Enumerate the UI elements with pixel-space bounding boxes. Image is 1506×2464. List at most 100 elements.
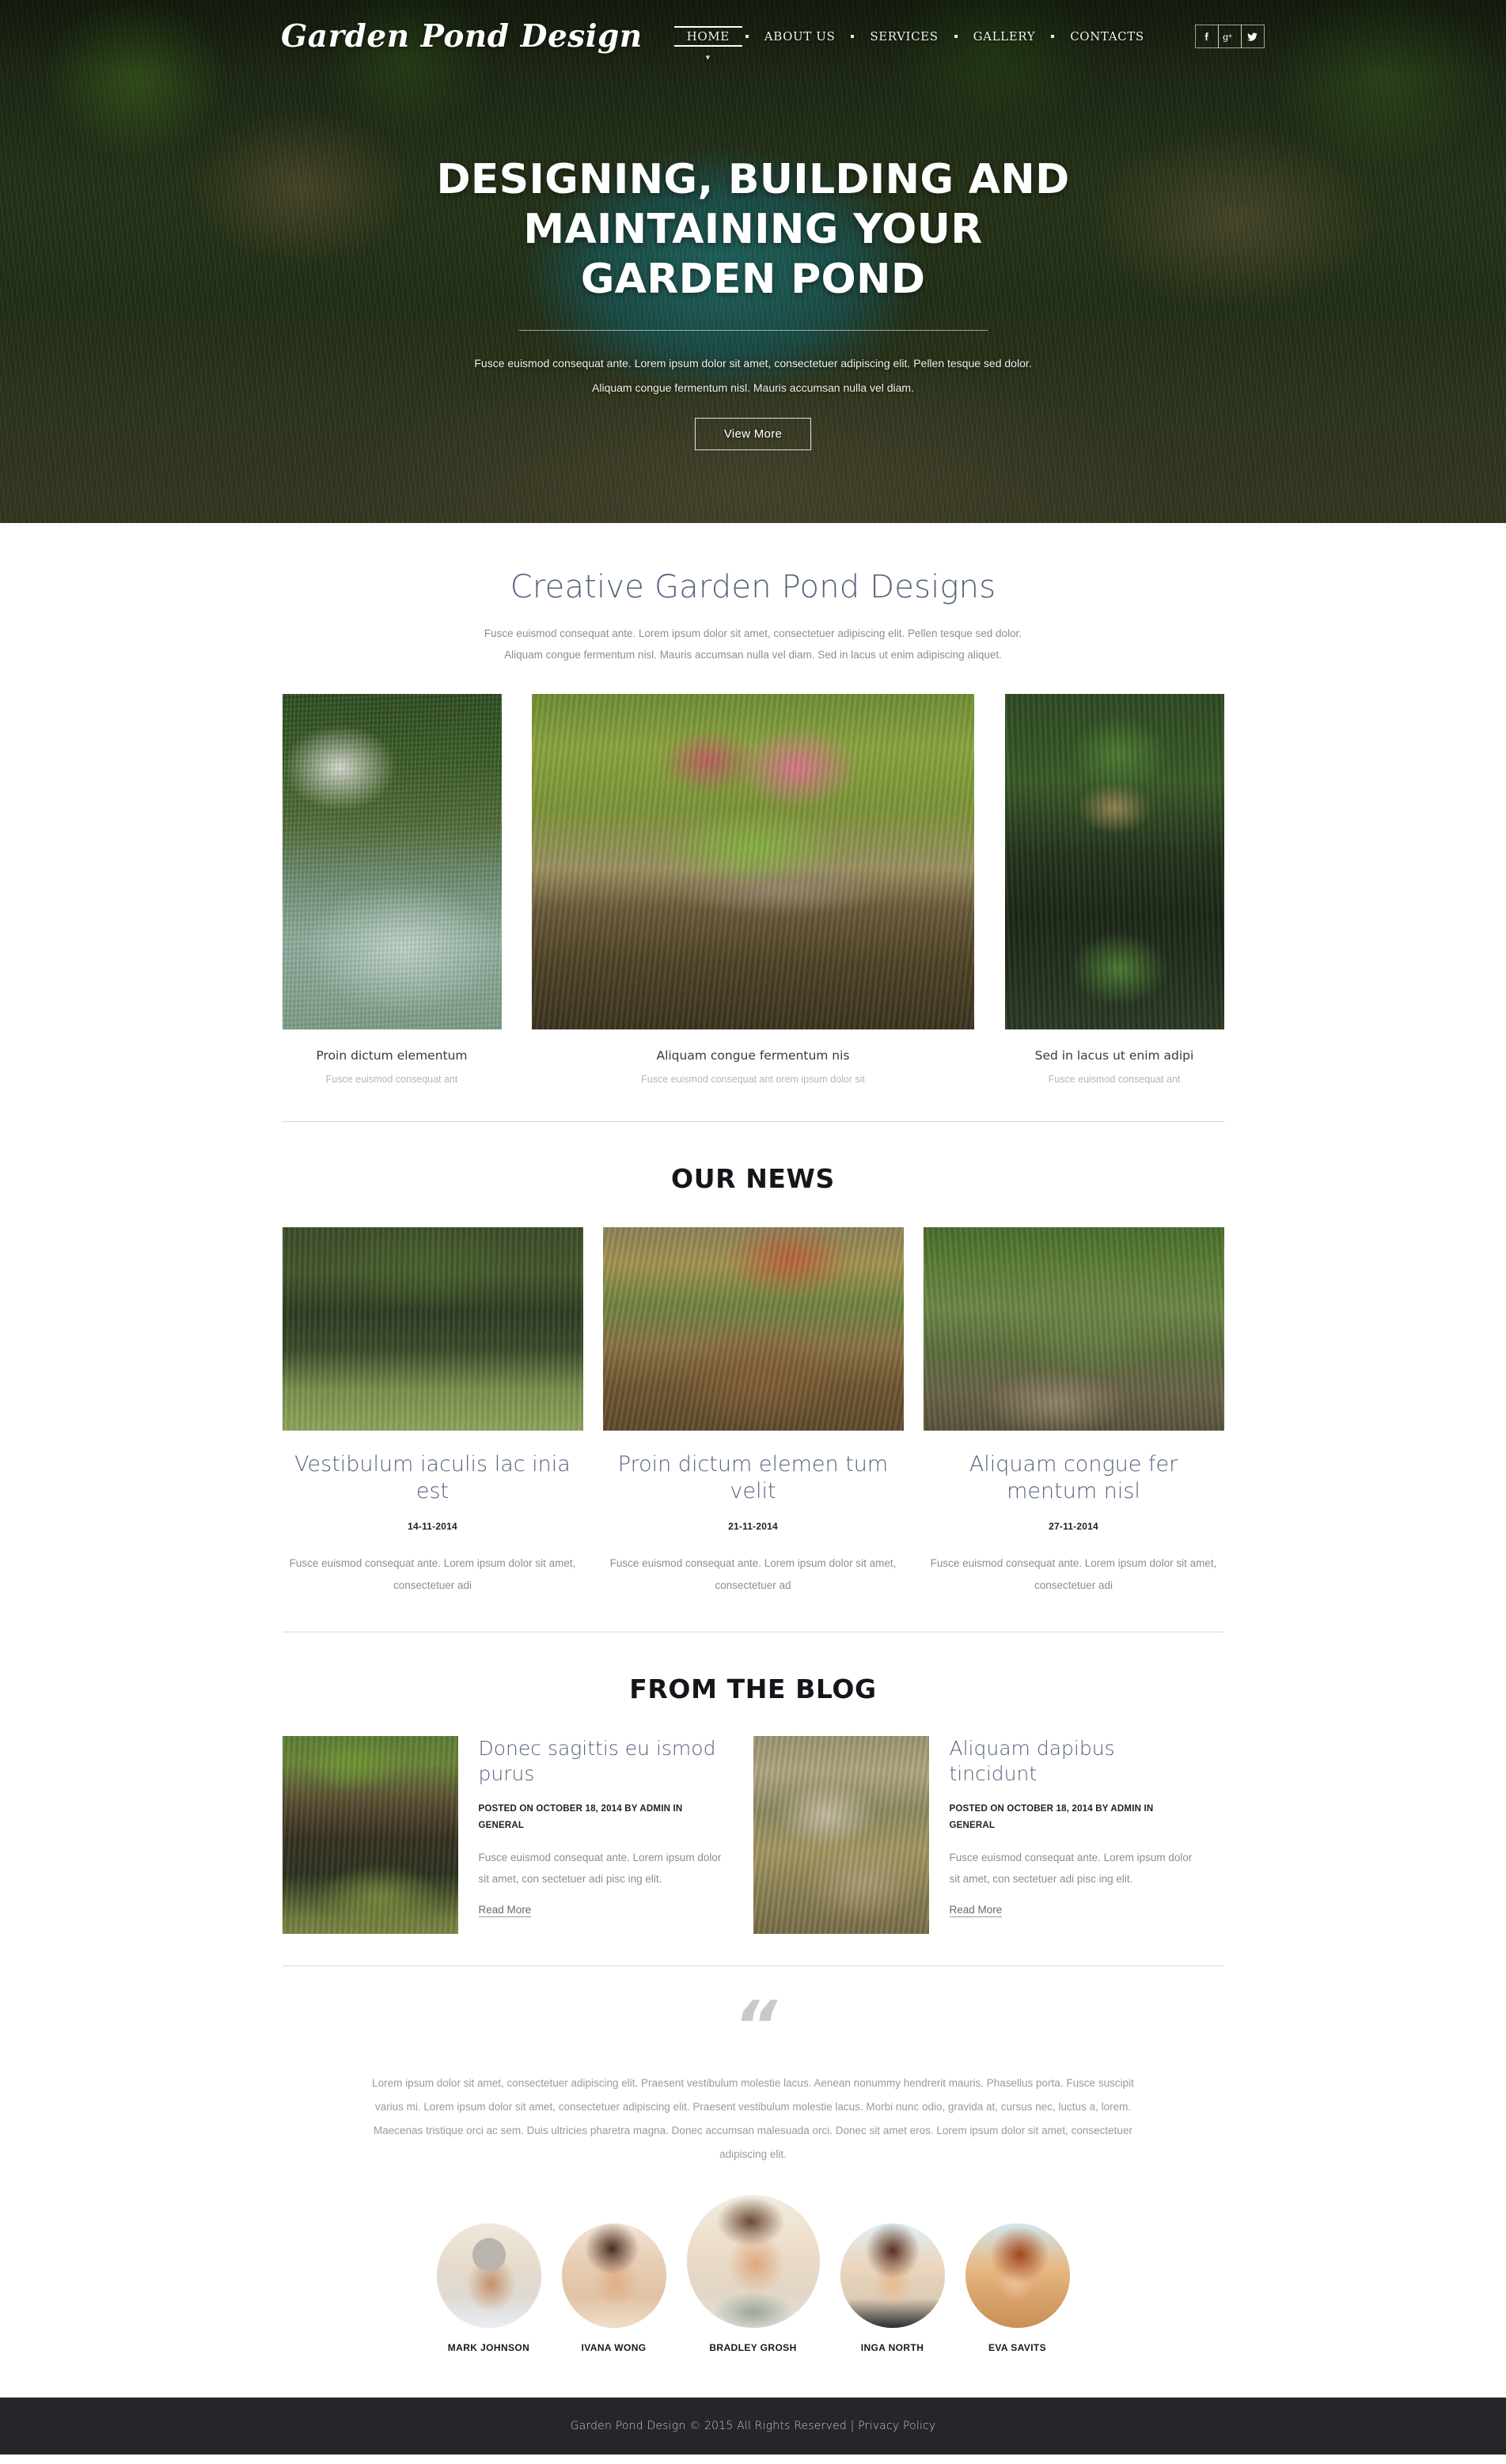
blog-post-text: Fusce euismod consequat ante. Lorem ipsu… <box>478 1852 722 1885</box>
gallery-description: Fusce euismod consequat ant orem ipsum d… <box>641 1074 865 1085</box>
avatar[interactable] <box>436 2223 541 2328</box>
news-image-modern-pond[interactable] <box>282 1227 583 1431</box>
svg-text:+: + <box>1228 32 1233 39</box>
gallery-item: Aliquam congue fermentum nis Fusce euism… <box>532 694 974 1085</box>
site-logo[interactable]: Garden Pond Design <box>281 21 643 52</box>
nav-item-home[interactable]: HOME <box>673 26 742 47</box>
blog-title: FROM THE BLOG <box>629 1674 877 1704</box>
quote-mark-icon: “ <box>733 1987 777 2066</box>
blog-post: Aliquam dapibus tincidunt POSTED ON OCTO… <box>753 1736 1224 1934</box>
team-list: MARK JOHNSON IVANA WONG BRADLEY GROSH IN… <box>283 2194 1224 2353</box>
news-item: Vestibulum iaculis lac inia est 14-11-20… <box>282 1227 583 1597</box>
blog-post-text: Fusce euismod consequat ante. Lorem ipsu… <box>949 1852 1193 1885</box>
hero-content: DESIGNING, BUILDING AND MAINTAINING YOUR… <box>0 73 1506 450</box>
social-links: g + <box>1194 25 1265 48</box>
news-item: Aliquam congue fer mentum nisl 27-11-201… <box>923 1227 1224 1597</box>
testimonial-quote-section: “ Lorem ipsum dolor sit amet, consectetu… <box>0 1966 1506 2166</box>
news-section: OUR NEWS Vestibulum iaculis lac inia est… <box>0 1122 1506 1597</box>
nav-item-about-us[interactable]: ABOUT US <box>752 26 848 47</box>
hero-heading: DESIGNING, BUILDING AND MAINTAINING YOUR… <box>0 155 1506 305</box>
team-section: MARK JOHNSON IVANA WONG BRADLEY GROSH IN… <box>0 2166 1506 2353</box>
news-image-stone-pond[interactable] <box>923 1227 1224 1431</box>
blog-post-body: Donec sagittis eu ismod purus POSTED ON … <box>478 1736 730 1934</box>
news-text: Fusce euismod consequat ante. Lorem ipsu… <box>609 1557 897 1591</box>
news-heading[interactable]: Proin dictum elemen tum velit <box>603 1451 904 1505</box>
hero-paragraph: Fusce euismod consequat ante. Lorem ipsu… <box>358 351 1149 400</box>
news-title: OUR NEWS <box>671 1163 835 1194</box>
blog-image-lily-pond[interactable] <box>282 1736 458 1934</box>
creative-designs-section: Creative Garden Pond Designs Fusce euism… <box>0 523 1506 1085</box>
news-date: 14-11-2014 <box>408 1521 457 1532</box>
team-member: BRADLEY GROSH <box>686 2194 820 2353</box>
blog-post-heading[interactable]: Donec sagittis eu ismod purus <box>479 1736 730 1787</box>
nav-item-gallery[interactable]: GALLERY <box>961 26 1049 47</box>
news-text: Fusce euismod consequat ante. Lorem ipsu… <box>289 1557 576 1591</box>
news-text: Fusce euismod consequat ante. Lorem ipsu… <box>930 1557 1217 1591</box>
gallery-caption[interactable]: Proin dictum elementum <box>283 1048 502 1063</box>
facebook-icon[interactable] <box>1194 25 1219 48</box>
news-image-wooden-deck[interactable] <box>602 1227 904 1431</box>
privacy-policy-link[interactable]: Privacy Policy <box>858 2420 935 2432</box>
hero-section: Garden Pond Design HOME ABOUT US SERVICE… <box>0 0 1506 523</box>
designs-gallery: Proin dictum elementum Fusce euismod con… <box>282 694 1224 1085</box>
nav-item-services[interactable]: SERVICES <box>857 26 950 47</box>
blog-section: FROM THE BLOG Donec sagittis eu ismod pu… <box>0 1632 1506 1934</box>
designs-subtitle-line-2: Aliquam congue fermentum nisl. Mauris ac… <box>504 649 1002 661</box>
hero-paragraph-line-2: Aliquam congue fermentum nisl. Mauris ac… <box>592 381 914 394</box>
hero-paragraph-line-1: Fusce euismod consequat ante. Lorem ipsu… <box>474 357 1032 370</box>
news-list: Vestibulum iaculis lac inia est 14-11-20… <box>282 1227 1224 1597</box>
hero-heading-line-1: DESIGNING, BUILDING AND <box>436 156 1070 203</box>
designs-title: Creative Garden Pond Designs <box>510 569 996 605</box>
main-nav: HOME ABOUT US SERVICES GALLERY CONTACTS <box>673 26 1157 47</box>
nav-separator <box>745 35 749 38</box>
team-member-name: MARK JOHNSON <box>447 2341 530 2353</box>
news-date: 27-11-2014 <box>1049 1521 1098 1532</box>
read-more-link[interactable]: Read More <box>949 1904 1003 1917</box>
blog-post-meta: POSTED ON OCTOBER 18, 2014 BY ADMIN IN G… <box>478 1804 683 1830</box>
team-member: INGA NORTH <box>840 2223 945 2353</box>
avatar[interactable] <box>561 2223 666 2328</box>
read-more-link[interactable]: Read More <box>478 1904 532 1917</box>
hero-heading-line-3: GARDEN POND <box>580 256 926 303</box>
designs-subtitle-line-1: Fusce euismod consequat ante. Lorem ipsu… <box>484 627 1022 639</box>
team-member-name: INGA NORTH <box>860 2341 924 2353</box>
blog-post-heading[interactable]: Aliquam dapibus tincidunt <box>950 1736 1201 1787</box>
gallery-image-flower-pond[interactable] <box>532 694 974 1029</box>
news-date: 21-11-2014 <box>728 1521 778 1532</box>
nav-separator <box>1051 35 1055 38</box>
team-member-name: EVA SAVITS <box>988 2341 1047 2353</box>
quote-text: Lorem ipsum dolor sit amet, consectetuer… <box>372 2076 1134 2160</box>
gallery-image-pond-fountain[interactable] <box>282 694 502 1029</box>
blog-post: Donec sagittis eu ismod purus POSTED ON … <box>282 1736 753 1934</box>
site-footer: Garden Pond Design © 2015 All Rights Res… <box>0 2397 1506 2455</box>
google-plus-icon[interactable]: g + <box>1217 25 1242 48</box>
blog-image-rock-stream[interactable] <box>753 1736 929 1934</box>
gallery-item: Sed in lacus ut enim adipi Fusce euismod… <box>1004 694 1224 1085</box>
news-heading[interactable]: Aliquam congue fer mentum nisl <box>924 1451 1224 1505</box>
blog-post-body: Aliquam dapibus tincidunt POSTED ON OCTO… <box>949 1736 1201 1934</box>
gallery-caption[interactable]: Aliquam congue fermentum nis <box>532 1048 974 1063</box>
gallery-description: Fusce euismod consequat ant <box>1048 1074 1181 1085</box>
team-member: MARK JOHNSON <box>436 2223 541 2353</box>
gallery-item: Proin dictum elementum Fusce euismod con… <box>282 694 502 1085</box>
news-heading[interactable]: Vestibulum iaculis lac inia est <box>283 1451 583 1505</box>
team-member: IVANA WONG <box>561 2223 666 2353</box>
team-member: EVA SAVITS <box>965 2223 1070 2353</box>
nav-item-contacts[interactable]: CONTACTS <box>1057 26 1156 47</box>
view-more-button[interactable]: View More <box>694 418 812 450</box>
twitter-icon[interactable] <box>1240 25 1265 48</box>
gallery-image-lily-pond[interactable] <box>1004 694 1224 1029</box>
avatar[interactable] <box>686 2194 820 2328</box>
news-item: Proin dictum elemen tum velit 21-11-2014… <box>602 1227 904 1597</box>
avatar[interactable] <box>965 2223 1070 2328</box>
avatar[interactable] <box>840 2223 945 2328</box>
team-member-name: BRADLEY GROSH <box>709 2341 797 2353</box>
team-member-name: IVANA WONG <box>581 2341 647 2353</box>
hero-divider <box>518 330 988 331</box>
footer-copyright-text: Garden Pond Design © 2015 All Rights Res… <box>570 2419 855 2432</box>
hero-heading-line-2: MAINTAINING YOUR <box>523 206 983 253</box>
gallery-caption[interactable]: Sed in lacus ut enim adipi <box>1005 1048 1224 1063</box>
gallery-description: Fusce euismod consequat ant <box>325 1074 458 1085</box>
nav-separator <box>954 35 958 38</box>
blog-list: Donec sagittis eu ismod purus POSTED ON … <box>282 1736 1224 1934</box>
